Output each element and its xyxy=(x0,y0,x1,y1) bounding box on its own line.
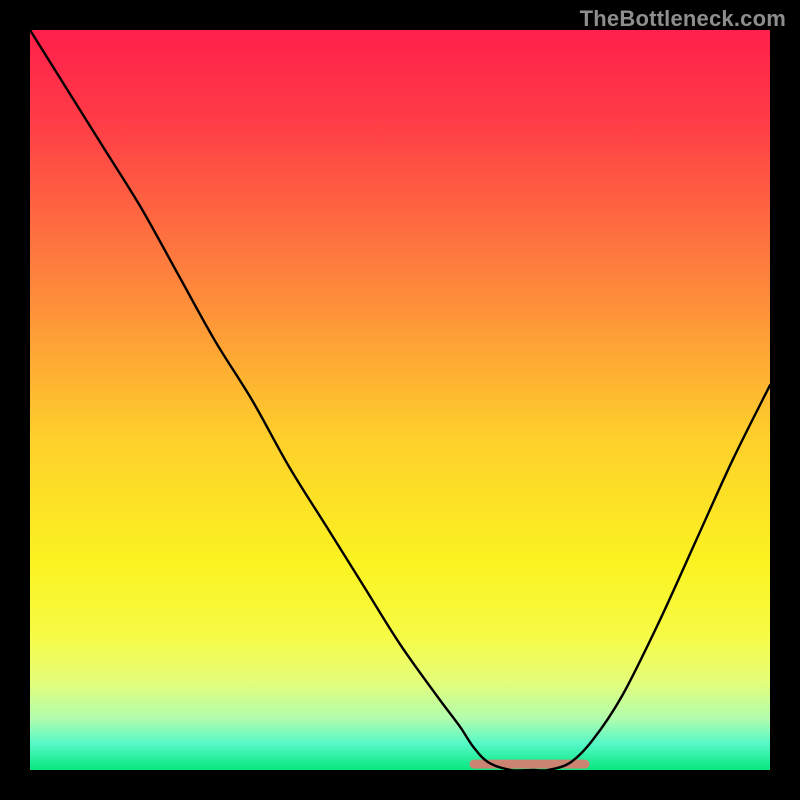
watermark-text: TheBottleneck.com xyxy=(580,6,786,32)
chart-frame: { "watermark": "TheBottleneck.com", "cha… xyxy=(0,0,800,800)
bottleneck-chart xyxy=(30,30,770,770)
plot-area xyxy=(30,30,770,770)
